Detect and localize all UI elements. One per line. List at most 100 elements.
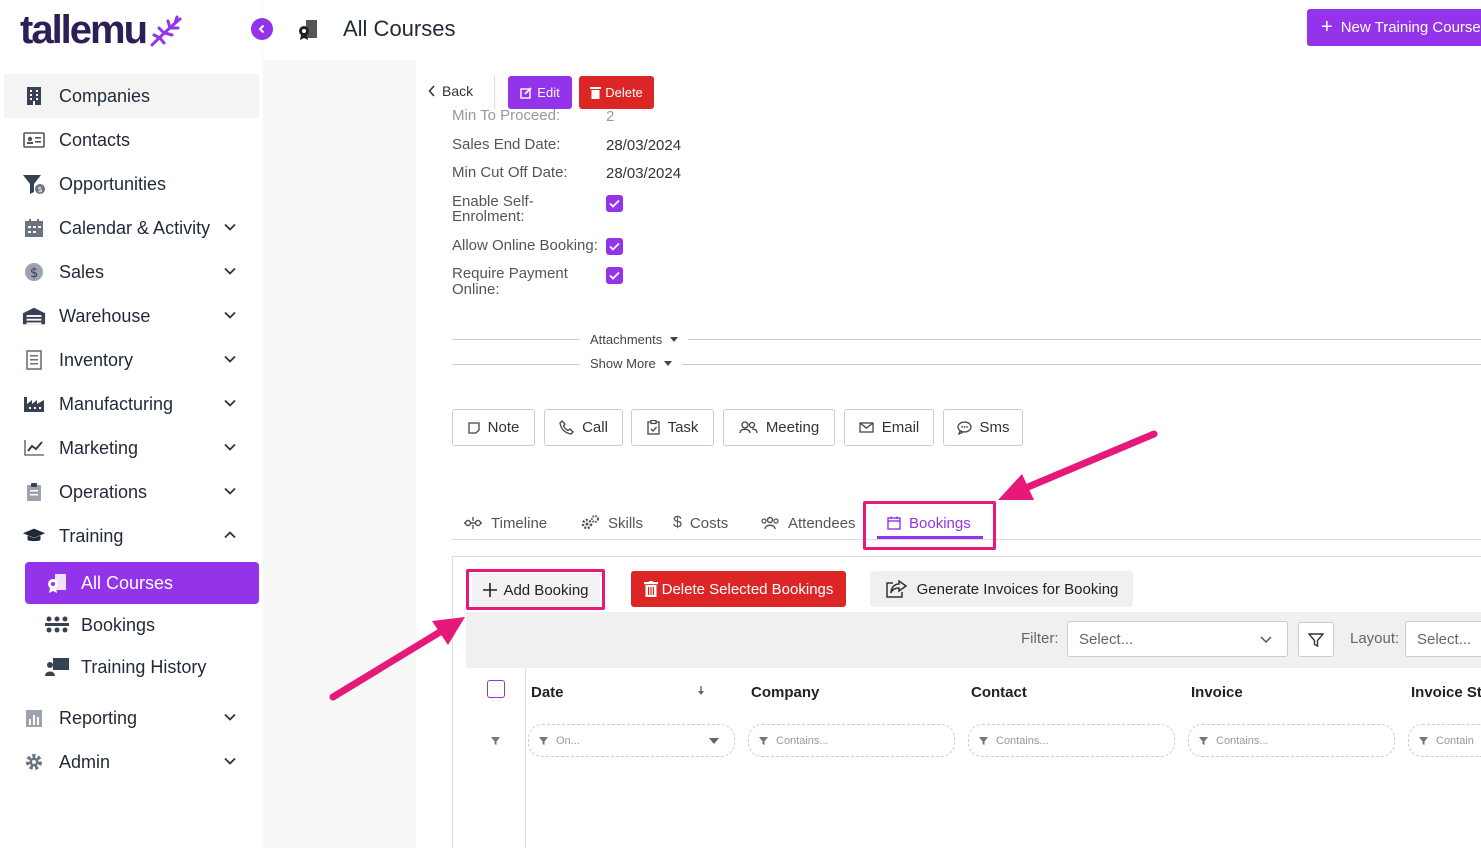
company-filter-cell[interactable]: Contains... [748,724,955,757]
svg-text:$: $ [38,185,43,194]
invoice-filter-cell[interactable]: Contains... [1188,724,1395,757]
sales-end-date-label: Sales End Date: [452,136,561,153]
sidebar-subitem-bookings[interactable]: Bookings [0,604,263,646]
tab-label: Attendees [788,514,856,532]
new-training-course-button[interactable]: + New Training Course [1307,9,1481,46]
sidebar-item-companies[interactable]: Companies [4,74,259,118]
sidebar-nav: Companies Contacts $ Opportunities Calen… [0,74,263,784]
layout-select[interactable]: Select... [1405,621,1481,657]
date-filter-cell[interactable]: On... [528,724,735,757]
brand-logo[interactable]: tallemu [20,8,186,53]
course-icon [44,571,70,595]
edit-button[interactable]: Edit [508,76,572,109]
page-title: All Courses [343,16,456,41]
sidebar-item-label: Operations [59,481,148,502]
funnel-icon [1199,736,1208,745]
chevron-down-icon [224,443,236,451]
toolbar-divider [494,76,495,110]
caret-down-icon [670,337,679,342]
sidebar-item-inventory[interactable]: Inventory [0,338,263,382]
invoice-status-filter-cell[interactable]: Contain [1408,724,1481,757]
sidebar-item-training[interactable]: Training [0,514,263,558]
generate-invoices-button[interactable]: Generate Invoices for Booking [870,571,1133,607]
tab-label: Costs [689,514,729,532]
require-payment-label-line2: Online: [452,281,500,298]
sidebar-item-warehouse[interactable]: Warehouse [0,294,263,338]
sidebar-item-opportunities[interactable]: $ Opportunities [0,162,263,206]
filter-cell-text: Contains... [996,734,1049,747]
require-payment-label-line1: Require Payment [452,265,568,282]
filter-select[interactable]: Select... [1067,621,1288,657]
sort-down-icon[interactable] [697,686,705,696]
sidebar-item-label: Warehouse [59,305,151,326]
sidebar-item-calendar[interactable]: Calendar & Activity [0,206,263,250]
generate-invoices-label: Generate Invoices for Booking [916,580,1119,598]
sidebar-item-label: Contacts [59,129,131,150]
online-booking-checkbox[interactable] [606,238,623,255]
layout-label: Layout: [1350,630,1400,647]
sidebar-item-contacts[interactable]: Contacts [0,118,263,162]
sidebar-item-admin[interactable]: Admin [0,740,263,784]
column-header-company[interactable]: Company [751,684,819,701]
column-header-date[interactable]: Date [531,684,564,701]
note-label: Note [487,419,520,436]
back-label: Back [442,83,474,99]
email-button[interactable]: Email [844,409,934,446]
column-header-invoice[interactable]: Invoice [1191,684,1243,701]
chevron-down-icon [224,757,236,765]
show-more-toggle[interactable]: Show More [580,356,682,371]
emu-feather-icon [150,15,182,46]
chat-bubble-icon [956,420,972,435]
tab-costs[interactable]: $ Costs [673,512,728,534]
sidebar-item-manufacturing[interactable]: Manufacturing [0,382,263,426]
self-enrolment-checkbox[interactable] [606,195,623,212]
tab-timeline[interactable]: Timeline [463,512,547,534]
users-icon [761,516,779,530]
sidebar-item-label: Manufacturing [59,393,174,414]
sidebar-item-sales[interactable]: $ Sales [0,250,263,294]
call-button[interactable]: Call [544,409,623,446]
sms-button[interactable]: Sms [943,409,1023,446]
column-header-invoice-status[interactable]: Invoice Sta [1411,684,1481,701]
sidebar-item-label: Marketing [59,437,139,458]
meeting-button[interactable]: Meeting [723,409,835,446]
note-icon [468,421,480,434]
sidebar-item-marketing[interactable]: Marketing [0,426,263,470]
tab-label: Timeline [491,514,548,532]
contact-filter-cell[interactable]: Contains... [968,724,1175,757]
note-button[interactable]: Note [452,409,535,446]
column-header-contact[interactable]: Contact [971,684,1027,701]
chevron-down-icon [224,487,236,495]
plus-icon: + [1321,16,1333,38]
course-icon [297,18,319,40]
sidebar-subitem-label: All Courses [81,572,174,593]
sidebar-subitem-all-courses[interactable]: All Courses [25,562,259,604]
delete-selected-bookings-button[interactable]: Delete Selected Bookings [631,571,846,607]
back-button[interactable]: Back [428,83,473,99]
tab-attendees[interactable]: Attendees [760,512,856,534]
filter-button[interactable] [1298,622,1334,657]
presenter-icon [44,655,70,679]
sidebar-item-operations[interactable]: Operations [0,470,263,514]
collapse-sidebar-button[interactable] [251,18,273,40]
require-payment-checkbox[interactable] [606,267,623,284]
tab-skills[interactable]: Skills [580,512,643,534]
caret-down-icon [709,738,719,744]
chevron-down-icon [224,355,236,363]
select-all-checkbox[interactable] [487,680,505,698]
attachments-toggle[interactable]: Attachments [580,332,689,347]
delete-button[interactable]: Delete [579,76,654,109]
sidebar-subitem-training-history[interactable]: Training History [0,646,263,688]
clipboard-icon [22,480,46,504]
sms-label: Sms [979,419,1010,436]
sidebar-item-label: Calendar & Activity [59,217,211,238]
task-button[interactable]: Task [631,409,714,446]
min-cutoff-date-label: Min Cut Off Date: [452,164,568,181]
chevron-down-icon [224,267,236,275]
chevron-left-icon [428,85,435,97]
chevron-down-icon [224,311,236,319]
sidebar-item-label: Companies [59,85,151,106]
tab-label: Skills [608,514,644,532]
sidebar-item-reporting[interactable]: Reporting [0,696,263,740]
sidebar-subitem-label: Training History [81,656,207,677]
